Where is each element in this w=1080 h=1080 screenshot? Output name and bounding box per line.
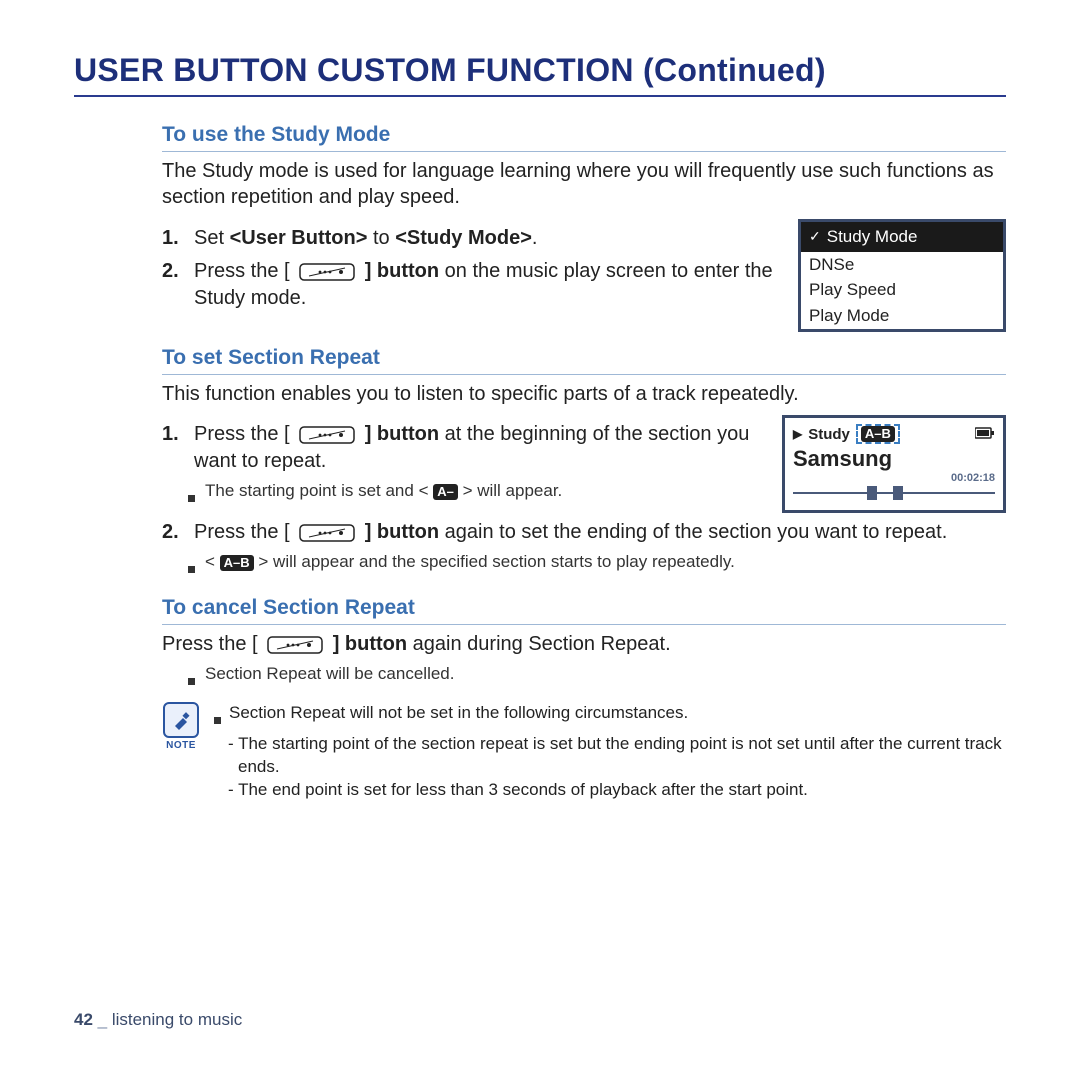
user-button-icon [299,426,355,444]
user-button-icon [299,524,355,542]
menu-item: Play Speed [801,277,1003,303]
repeat-step-1: 1. Press the [ ] button at the beginning… [162,421,758,475]
note-icon [163,702,199,738]
user-button-icon [267,636,323,654]
note-dash-2: - The end point is set for less than 3 s… [228,779,1006,802]
page-number: 42 [74,1010,93,1029]
bullet-icon [188,558,195,578]
player-mode-label: Study [808,426,850,443]
note-label: NOTE [162,740,200,751]
page-title: USER BUTTON CUSTOM FUNCTION (Continued) [74,52,1006,97]
heading-cancel-repeat: To cancel Section Repeat [162,596,1006,625]
player-track-name: Samsung [793,446,995,472]
repeat-sub-2: < A–B > will appear and the specified se… [188,552,1006,578]
section-repeat-intro: This function enables you to listen to s… [162,381,1006,407]
menu-item: DNSe [801,252,1003,278]
note-dash-1: - The starting point of the section repe… [228,733,1006,779]
check-icon: ✓ [809,227,821,247]
repeat-sub-1: The starting point is set and < A– > wil… [188,481,758,507]
study-step-2: 2. Press the [ ] button on the music pla… [162,258,774,312]
study-mode-menu: ✓Study Mode DNSe Play Speed Play Mode [798,219,1006,332]
footer-section: listening to music [112,1010,242,1029]
cancel-repeat-sub: Section Repeat will be cancelled. [188,664,1006,690]
repeat-step-2: 2. Press the [ ] button again to set the… [162,519,1006,546]
heading-section-repeat: To set Section Repeat [162,346,1006,375]
bullet-icon [214,708,221,731]
menu-item: Play Mode [801,303,1003,329]
player-progress-bar [793,486,995,500]
heading-study-mode: To use the Study Mode [162,123,1006,152]
player-time: 00:02:18 [793,472,995,484]
play-arrow-icon: ▶ [793,427,802,441]
player-screen: ▶ Study A–B Samsung 00:02:18 [782,415,1006,513]
study-step-1: 1. Set <User Button> to <Study Mode>. [162,225,774,252]
battery-icon [975,426,995,443]
note-body: Section Repeat will not be set in the fo… [214,702,1006,802]
cancel-repeat-line: Press the [ ] button again during Sectio… [162,631,1006,657]
bullet-icon [188,670,195,690]
player-ab-indicator: A–B [856,424,900,444]
page-footer: 42 _ listening to music [74,1010,242,1030]
study-mode-intro: The Study mode is used for language lear… [162,158,1006,211]
bullet-icon [188,487,195,507]
user-button-icon [299,263,355,281]
menu-item-selected: ✓Study Mode [801,222,1003,252]
ab-badge: A– [433,484,458,500]
section-a-marker [867,486,877,500]
section-b-marker [893,486,903,500]
ab-badge: A–B [220,555,254,571]
